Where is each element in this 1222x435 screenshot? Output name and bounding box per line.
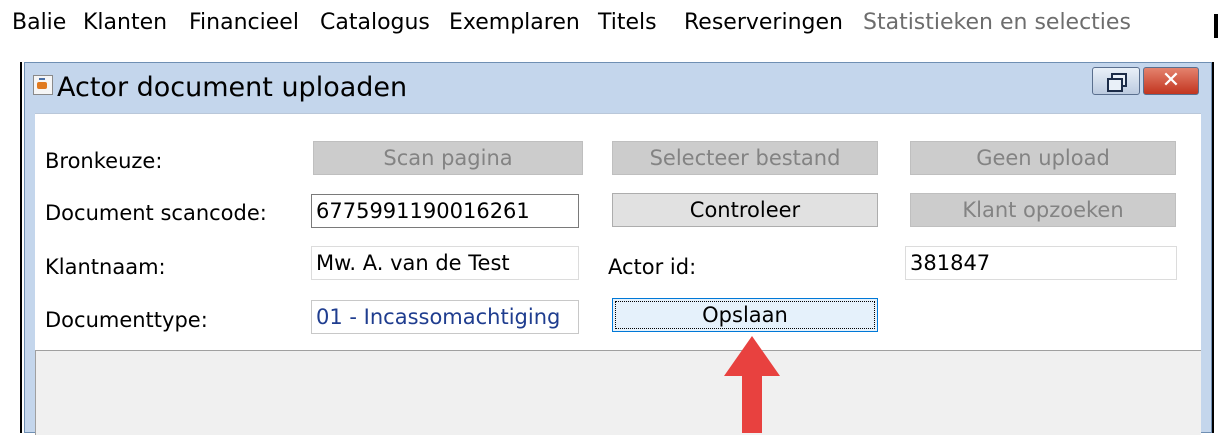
background-window-edge-left [20,62,22,433]
close-icon: ✕ [1161,68,1181,93]
menu-overflow-edge [1214,14,1218,38]
annotation-arrow-icon [724,336,780,433]
selecteer-bestand-button[interactable]: Selecteer bestand [612,141,878,175]
klantnaam-label: Klantnaam: [45,255,166,279]
menu-item-reserveringen[interactable]: Reserveringen [684,10,843,35]
upload-preview-panel [35,350,1201,435]
dialog-title-bar[interactable]: Actor document uploaden ✕ [25,63,1211,113]
menu-item-financieel[interactable]: Financieel [189,10,299,35]
documenttype-select[interactable]: 01 - Incassomachtiging [311,300,579,334]
background-window-edge-right [1212,62,1214,433]
menu-item-catalogus[interactable]: Catalogus [320,10,430,35]
close-button[interactable]: ✕ [1143,67,1199,95]
dialog-title: Actor document uploaden [57,72,408,103]
actor-document-upload-dialog: Actor document uploaden ✕ Bronkeuze: Sca… [24,62,1212,435]
scancode-label: Document scancode: [45,201,267,225]
documenttype-label: Documenttype: [45,308,208,332]
klantnaam-value: Mw. A. van de Test [311,246,579,280]
actor-id-value: 381847 [905,246,1177,280]
controleer-button[interactable]: Controleer [612,193,878,227]
menu-item-statistieken[interactable]: Statistieken en selecties [863,10,1131,35]
restore-icon-back [1107,78,1123,92]
scan-pagina-button[interactable]: Scan pagina [313,141,583,175]
bronkeuze-label: Bronkeuze: [45,149,163,173]
geen-upload-button[interactable]: Geen upload [910,141,1176,175]
menu-item-titels[interactable]: Titels [598,10,657,35]
restore-button[interactable] [1092,67,1140,95]
klant-opzoeken-button[interactable]: Klant opzoeken [910,193,1176,227]
java-app-icon [33,75,53,95]
dialog-content: Bronkeuze: Scan pagina Selecteer bestand… [35,113,1201,435]
actor-id-label: Actor id: [608,255,697,279]
scancode-input[interactable]: 6775991190016261 [311,194,579,228]
menu-item-balie[interactable]: Balie [12,10,66,35]
menu-bar: Balie Klanten Financieel Catalogus Exemp… [0,0,1222,46]
menu-item-exemplaren[interactable]: Exemplaren [449,10,580,35]
opslaan-button[interactable]: Opslaan [612,298,878,332]
menu-item-klanten[interactable]: Klanten [83,10,167,35]
